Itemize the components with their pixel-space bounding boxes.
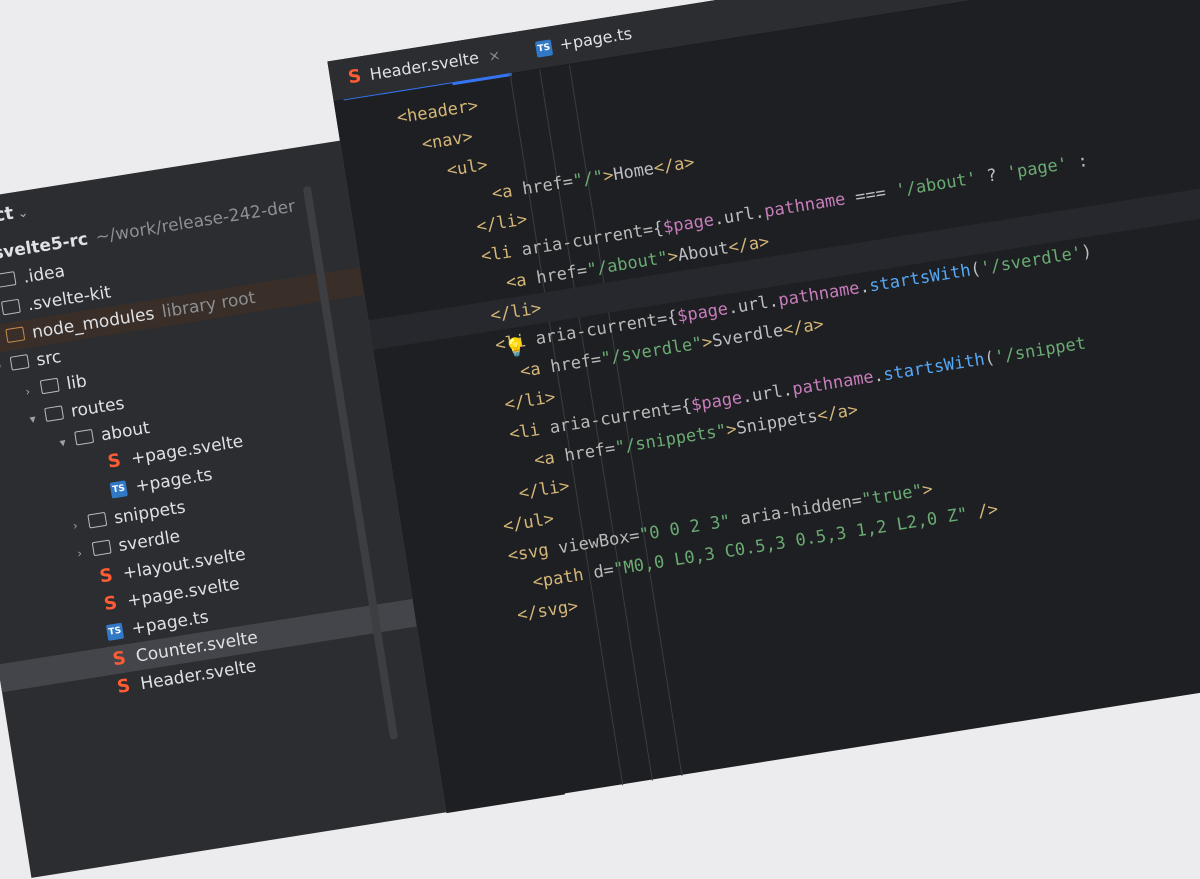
project-title: Project bbox=[0, 202, 15, 235]
tree-item-label: routes bbox=[69, 393, 126, 422]
code-token: $page bbox=[689, 387, 744, 416]
code-token: /> bbox=[966, 499, 1000, 524]
code-token: href= bbox=[520, 171, 575, 200]
project-tree: ▾svelte5-rc~/work/release-242-der›.idea›… bbox=[0, 184, 421, 720]
folder-icon bbox=[71, 423, 97, 454]
folder-icon bbox=[84, 506, 110, 537]
code-token: </a> bbox=[781, 314, 826, 341]
tree-item-label: .idea bbox=[21, 261, 67, 288]
code-token: ) bbox=[1080, 241, 1094, 263]
code-token: href= bbox=[563, 438, 617, 467]
code-token: .url. bbox=[740, 379, 795, 408]
code-token: === bbox=[843, 181, 898, 210]
folder-icon bbox=[41, 399, 67, 430]
tab--page-ts[interactable]: TS +page.ts bbox=[525, 13, 643, 70]
folder-icon bbox=[2, 320, 28, 351]
typescript-file-icon: TS bbox=[106, 474, 132, 505]
code-token: Home bbox=[611, 158, 656, 186]
svelte-file-icon: S bbox=[98, 564, 115, 588]
project-header[interactable]: Project⌄ bbox=[0, 200, 30, 235]
tab-label: Header.svelte bbox=[368, 47, 481, 84]
code-token: > bbox=[920, 479, 935, 501]
code-token: "/" bbox=[571, 166, 605, 192]
lightbulb-icon[interactable]: 💡 bbox=[503, 336, 528, 360]
folder-icon bbox=[0, 293, 24, 324]
tab-label: +page.ts bbox=[558, 23, 634, 54]
tree-item-label: lib bbox=[65, 371, 89, 395]
code-area[interactable]: <header> <nav> <ul> <a href="/">Home</a>… bbox=[368, 0, 1200, 637]
close-icon[interactable]: × bbox=[488, 48, 502, 66]
tree-item-label: about bbox=[99, 417, 152, 446]
code-token: href= bbox=[534, 260, 589, 289]
svelte-file-icon: S bbox=[106, 449, 123, 473]
tree-item-label: src bbox=[35, 346, 63, 371]
code-token: .url. bbox=[712, 202, 766, 230]
code-token: : bbox=[1066, 150, 1090, 174]
chevron-down-icon[interactable]: ⌄ bbox=[16, 205, 29, 222]
ide-scene: Project⌄ ▾svelte5-rc~/work/release-242-d… bbox=[0, 0, 1200, 878]
svelte-file-icon: S bbox=[102, 592, 119, 616]
folder-icon bbox=[0, 265, 20, 296]
code-token: Sverdle bbox=[710, 320, 785, 352]
typescript-file-icon: TS bbox=[102, 616, 128, 647]
code-token: </a> bbox=[652, 152, 696, 179]
code-token: </a> bbox=[727, 231, 771, 258]
svelte-file-icon: S bbox=[346, 65, 363, 89]
code-token: .url. bbox=[726, 291, 781, 319]
code-token: 'page' bbox=[1005, 154, 1070, 184]
svelte-file-icon: S bbox=[115, 675, 132, 698]
folder-icon bbox=[89, 533, 115, 564]
code-token: $page bbox=[675, 299, 730, 327]
code-token: About bbox=[676, 238, 731, 266]
typescript-file-icon: TS bbox=[534, 38, 554, 58]
code-token: "true" bbox=[860, 480, 925, 511]
folder-icon bbox=[37, 371, 63, 402]
code-token: $page bbox=[661, 210, 716, 238]
svelte-file-icon: S bbox=[111, 647, 128, 671]
editor-panel: S Header.svelte × TS +page.ts <header> <nav>… bbox=[327, 0, 1200, 814]
code-token: </a> bbox=[815, 399, 860, 427]
code-token: href= bbox=[549, 349, 603, 378]
code-token: ? bbox=[975, 163, 1009, 189]
folder-icon bbox=[7, 348, 33, 379]
